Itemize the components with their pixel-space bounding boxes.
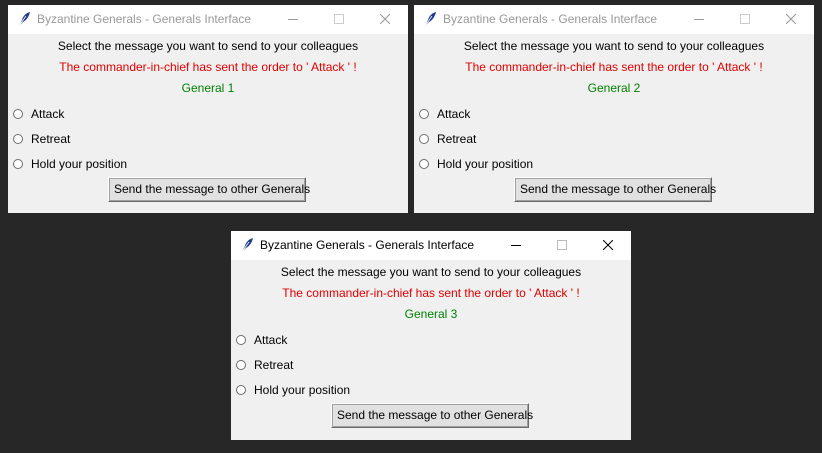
close-icon [603, 240, 613, 250]
instruction-label: Select the message you want to send to y… [463, 39, 765, 53]
instruction-label: Select the message you want to send to y… [57, 39, 359, 53]
order-status-label: The commander-in-chief has sent the orde… [465, 60, 763, 74]
radio-label[interactable]: Attack [254, 333, 287, 347]
radio-button[interactable] [236, 360, 246, 370]
maximize-icon [334, 14, 344, 24]
title-bar[interactable]: Byzantine Generals - Generals Interface [414, 5, 814, 34]
title-bar[interactable]: Byzantine Generals - Generals Interface [8, 5, 408, 34]
radio-button[interactable] [13, 109, 23, 119]
general-label: General 2 [587, 81, 641, 95]
close-icon [786, 14, 796, 24]
window-title: Byzantine Generals - Generals Interface [260, 238, 475, 252]
radio-label[interactable]: Retreat [31, 132, 70, 146]
close-button[interactable] [585, 231, 631, 260]
maximize-button[interactable] [539, 231, 585, 260]
window-title: Byzantine Generals - Generals Interface [37, 12, 252, 26]
minimize-button[interactable] [676, 5, 722, 34]
window-content: Select the message you want to send to y… [414, 34, 814, 213]
minimize-icon [511, 245, 521, 246]
radio-label[interactable]: Attack [31, 107, 64, 121]
minimize-button[interactable] [270, 5, 316, 34]
window-content: Select the message you want to send to y… [8, 34, 408, 213]
title-bar[interactable]: Byzantine Generals - Generals Interface [231, 231, 631, 260]
radio-button[interactable] [13, 159, 23, 169]
radio-button[interactable] [419, 109, 429, 119]
radio-button[interactable] [419, 134, 429, 144]
maximize-button[interactable] [316, 5, 362, 34]
radio-label[interactable]: Hold your position [254, 383, 350, 397]
radio-button[interactable] [236, 385, 246, 395]
minimize-icon [288, 19, 298, 20]
radio-label[interactable]: Attack [437, 107, 470, 121]
radio-button[interactable] [13, 134, 23, 144]
send-message-button[interactable]: Send the message to other Generals [108, 177, 310, 202]
feather-icon [424, 12, 436, 27]
instruction-label: Select the message you want to send to y… [280, 265, 582, 279]
radio-label[interactable]: Retreat [437, 132, 476, 146]
order-status-label: The commander-in-chief has sent the orde… [282, 286, 580, 300]
general-window-2: Byzantine Generals - Generals Interface … [414, 5, 814, 213]
close-button[interactable] [362, 5, 408, 34]
general-label: General 1 [181, 81, 235, 95]
minimize-button[interactable] [493, 231, 539, 260]
order-status-label: The commander-in-chief has sent the orde… [59, 60, 357, 74]
maximize-button[interactable] [722, 5, 768, 34]
maximize-icon [740, 14, 750, 24]
radio-label[interactable]: Hold your position [437, 157, 533, 171]
send-message-button[interactable]: Send the message to other Generals [331, 403, 533, 428]
window-title: Byzantine Generals - Generals Interface [443, 12, 658, 26]
maximize-icon [557, 240, 567, 250]
window-content: Select the message you want to send to y… [231, 260, 631, 440]
radio-label[interactable]: Hold your position [31, 157, 127, 171]
general-window-3: Byzantine Generals - Generals Interface … [231, 231, 631, 440]
radio-button[interactable] [236, 335, 246, 345]
feather-icon [241, 238, 253, 253]
general-label: General 3 [404, 307, 458, 321]
radio-label[interactable]: Retreat [254, 358, 293, 372]
send-message-button[interactable]: Send the message to other Generals [514, 177, 716, 202]
minimize-icon [694, 19, 704, 20]
general-window-1: Byzantine Generals - Generals Interface … [8, 5, 408, 213]
radio-button[interactable] [419, 159, 429, 169]
feather-icon [18, 12, 30, 27]
close-button[interactable] [768, 5, 814, 34]
close-icon [380, 14, 390, 24]
